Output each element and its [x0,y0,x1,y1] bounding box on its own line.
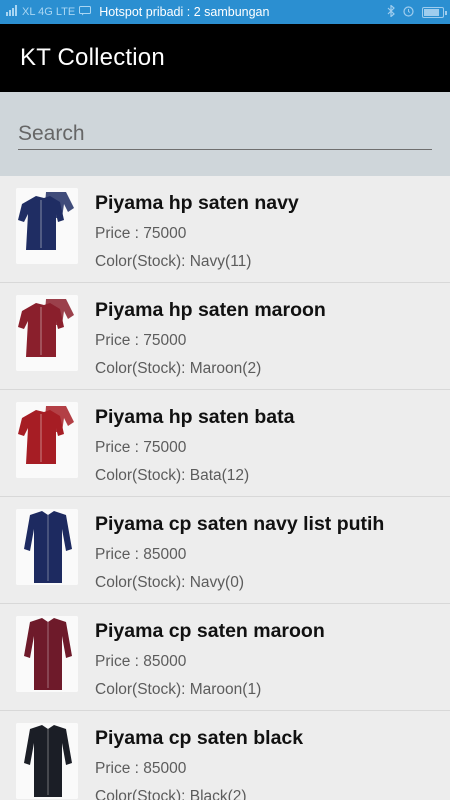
product-price: Price : 75000 [95,225,187,242]
product-price: Price : 75000 [95,332,187,349]
hotspot-status: Hotspot pribadi : 2 sambungan [99,5,270,19]
product-thumbnail [16,723,78,799]
product-stock: Color(Stock): Navy(0) [95,574,244,591]
product-thumbnail [16,295,78,371]
product-price: Price : 85000 [95,653,187,670]
app-title: KT Collection [20,44,165,71]
product-price: Price : 75000 [95,439,187,456]
message-icon [79,5,92,19]
product-stock: Color(Stock): Black(2) [95,788,247,800]
bluetooth-icon [387,3,395,20]
list-item[interactable]: Piyama cp saten navy list putih Price : 8… [0,497,450,604]
list-item[interactable]: Piyama hp saten bata Price : 75000 Color(S… [0,390,450,497]
product-name: Piyama hp saten maroon [95,299,326,321]
product-price: Price : 85000 [95,546,187,563]
search-input[interactable] [18,118,432,150]
product-thumbnail [16,402,78,478]
product-stock: Color(Stock): Maroon(1) [95,681,262,698]
list-item[interactable]: Piyama cp saten maroon Price : 85000 Color… [0,604,450,711]
product-list[interactable]: Piyama hp saten navy Price : 75000 Color(S… [0,176,450,800]
battery-icon [422,6,447,18]
product-name: Piyama hp saten bata [95,406,295,428]
status-left: XL 4G LTE [6,5,92,19]
alarm-icon [403,5,414,20]
product-name: Piyama cp saten maroon [95,620,325,642]
list-item[interactable]: Piyama hp saten maroon Price : 75000 Color… [0,283,450,390]
product-stock: Color(Stock): Navy(11) [95,253,252,270]
list-item[interactable]: Piyama cp saten black Price : 85000 Color(… [0,711,450,800]
product-price: Price : 85000 [95,760,187,777]
search-area [0,92,450,176]
product-name: Piyama cp saten black [95,727,304,749]
battery-level [424,8,439,16]
product-thumbnail [16,509,78,585]
product-thumbnail [16,188,78,264]
list-item[interactable]: Piyama hp saten navy Price : 75000 Color(S… [0,176,450,283]
product-name: Piyama cp saten navy list putih [95,513,385,535]
app-bar: KT Collection [0,24,450,92]
signal-icon [6,5,18,19]
product-stock: Color(Stock): Bata(12) [95,467,250,484]
product-name: Piyama hp saten navy [95,192,299,214]
status-bar: XL 4G LTE Hotspot pribadi : 2 sambungan [0,0,450,24]
product-stock: Color(Stock): Maroon(2) [95,360,262,377]
status-right [387,3,447,20]
carrier-label: XL 4G LTE [22,6,76,18]
product-thumbnail [16,616,78,692]
